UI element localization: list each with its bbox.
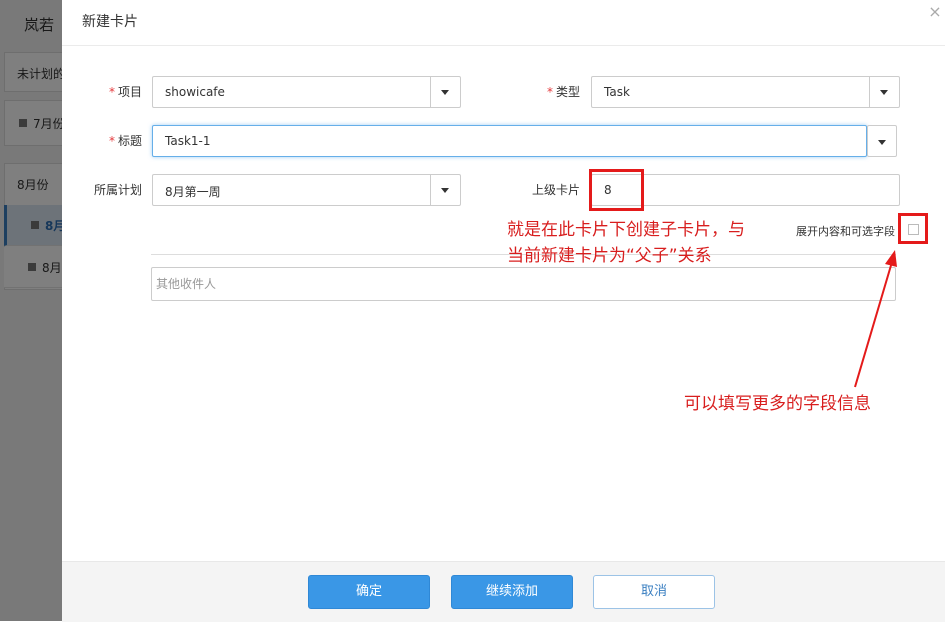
annotation-arrow bbox=[854, 250, 897, 388]
annotation-arrow-line bbox=[854, 261, 893, 388]
annotation-arrow-head bbox=[885, 250, 897, 267]
